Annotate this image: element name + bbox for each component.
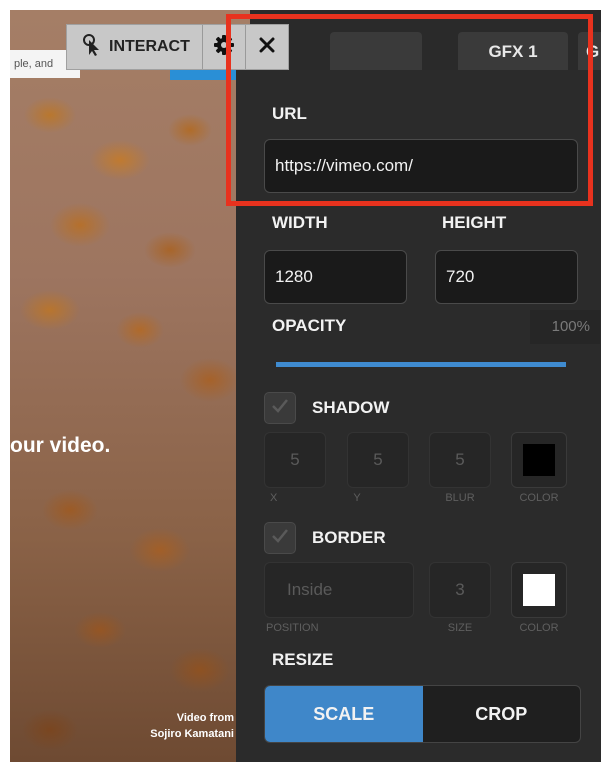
shadow-y-caption: Y	[353, 492, 361, 504]
crop-button[interactable]: CROP	[423, 686, 581, 742]
opacity-slider[interactable]	[276, 362, 566, 367]
pointer-icon	[81, 33, 103, 62]
tab-gfx1[interactable]: GFX 1	[458, 32, 568, 70]
tab-blank[interactable]	[330, 32, 422, 70]
resize-label: RESIZE	[272, 650, 334, 669]
video-credit-line-2: Sojiro Kamatani	[150, 728, 234, 740]
close-icon	[259, 37, 275, 58]
opacity-slider-fill	[276, 362, 566, 367]
interact-button[interactable]: INTERACT	[67, 25, 203, 69]
border-size-caption: SIZE	[447, 622, 473, 634]
width-input[interactable]: 1280	[264, 250, 407, 304]
video-preview: ple, and our video. Video from Sojiro Ka…	[10, 10, 250, 762]
tab-partial[interactable]: G	[578, 32, 601, 70]
checkmark-icon	[270, 526, 290, 551]
bottom-margin	[0, 762, 601, 771]
border-color-swatch	[523, 574, 555, 606]
shadow-checkbox[interactable]	[264, 392, 296, 424]
shadow-y-input[interactable]: 5	[347, 432, 409, 488]
border-position-select[interactable]: Inside	[264, 562, 414, 618]
checkmark-icon	[270, 396, 290, 421]
scale-button[interactable]: SCALE	[265, 686, 423, 742]
interact-label: INTERACT	[109, 38, 190, 55]
settings-button[interactable]	[203, 25, 246, 69]
border-position-caption: POSITION	[266, 622, 319, 634]
shadow-x-caption: X	[270, 492, 278, 504]
close-button[interactable]	[246, 25, 288, 69]
opacity-value[interactable]: 100%	[530, 310, 600, 344]
border-label: BORDER	[312, 528, 386, 547]
shadow-color-swatch	[523, 444, 555, 476]
border-checkbox[interactable]	[264, 522, 296, 554]
shadow-blur-input[interactable]: 5	[429, 432, 491, 488]
shadow-label: SHADOW	[312, 398, 390, 417]
shadow-color-picker[interactable]	[511, 432, 567, 488]
shadow-color-caption: COLOR	[519, 492, 559, 504]
video-credit: Video from Sojiro Kamatani	[150, 710, 234, 742]
shadow-blur-caption: BLUR	[445, 492, 475, 504]
video-credit-line-1: Video from	[176, 712, 234, 724]
border-color-picker[interactable]	[511, 562, 567, 618]
video-caption: our video.	[10, 434, 111, 457]
gear-icon	[213, 34, 234, 60]
shadow-x-input[interactable]: 5	[264, 432, 326, 488]
width-label: WIDTH	[272, 213, 328, 232]
resize-toggle-group: SCALE CROP	[264, 685, 581, 743]
url-label: URL	[272, 104, 307, 123]
border-color-caption: COLOR	[519, 622, 559, 634]
height-input[interactable]: 720	[435, 250, 578, 304]
opacity-label: OPACITY	[272, 316, 347, 335]
border-size-input[interactable]: 3	[429, 562, 491, 618]
height-label: HEIGHT	[442, 213, 507, 232]
interact-toolbar: INTERACT	[66, 24, 289, 70]
url-input[interactable]: https://vimeo.com/	[264, 139, 578, 193]
